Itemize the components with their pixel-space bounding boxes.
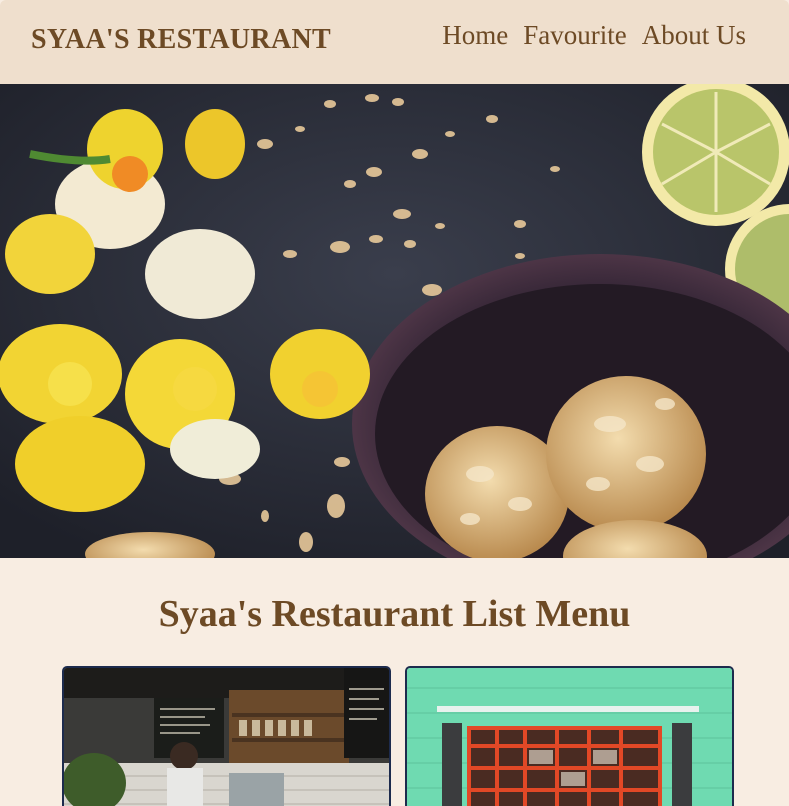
navbar: SYAA'S RESTAURANT Home Favourite About U… bbox=[0, 0, 789, 84]
nav-link-about-us[interactable]: About Us bbox=[642, 20, 746, 51]
nav-links: Home Favourite About Us bbox=[442, 20, 746, 51]
hero-image bbox=[0, 84, 789, 558]
menu-card-storefront[interactable] bbox=[405, 666, 734, 806]
menu-title: Syaa's Restaurant List Menu bbox=[158, 593, 631, 635]
menu-card-cafe[interactable] bbox=[62, 666, 391, 806]
nav-link-favourite[interactable]: Favourite bbox=[523, 20, 626, 51]
nav-link-home[interactable]: Home bbox=[442, 20, 508, 51]
brand-logo[interactable]: SYAA'S RESTAURANT bbox=[31, 24, 331, 56]
